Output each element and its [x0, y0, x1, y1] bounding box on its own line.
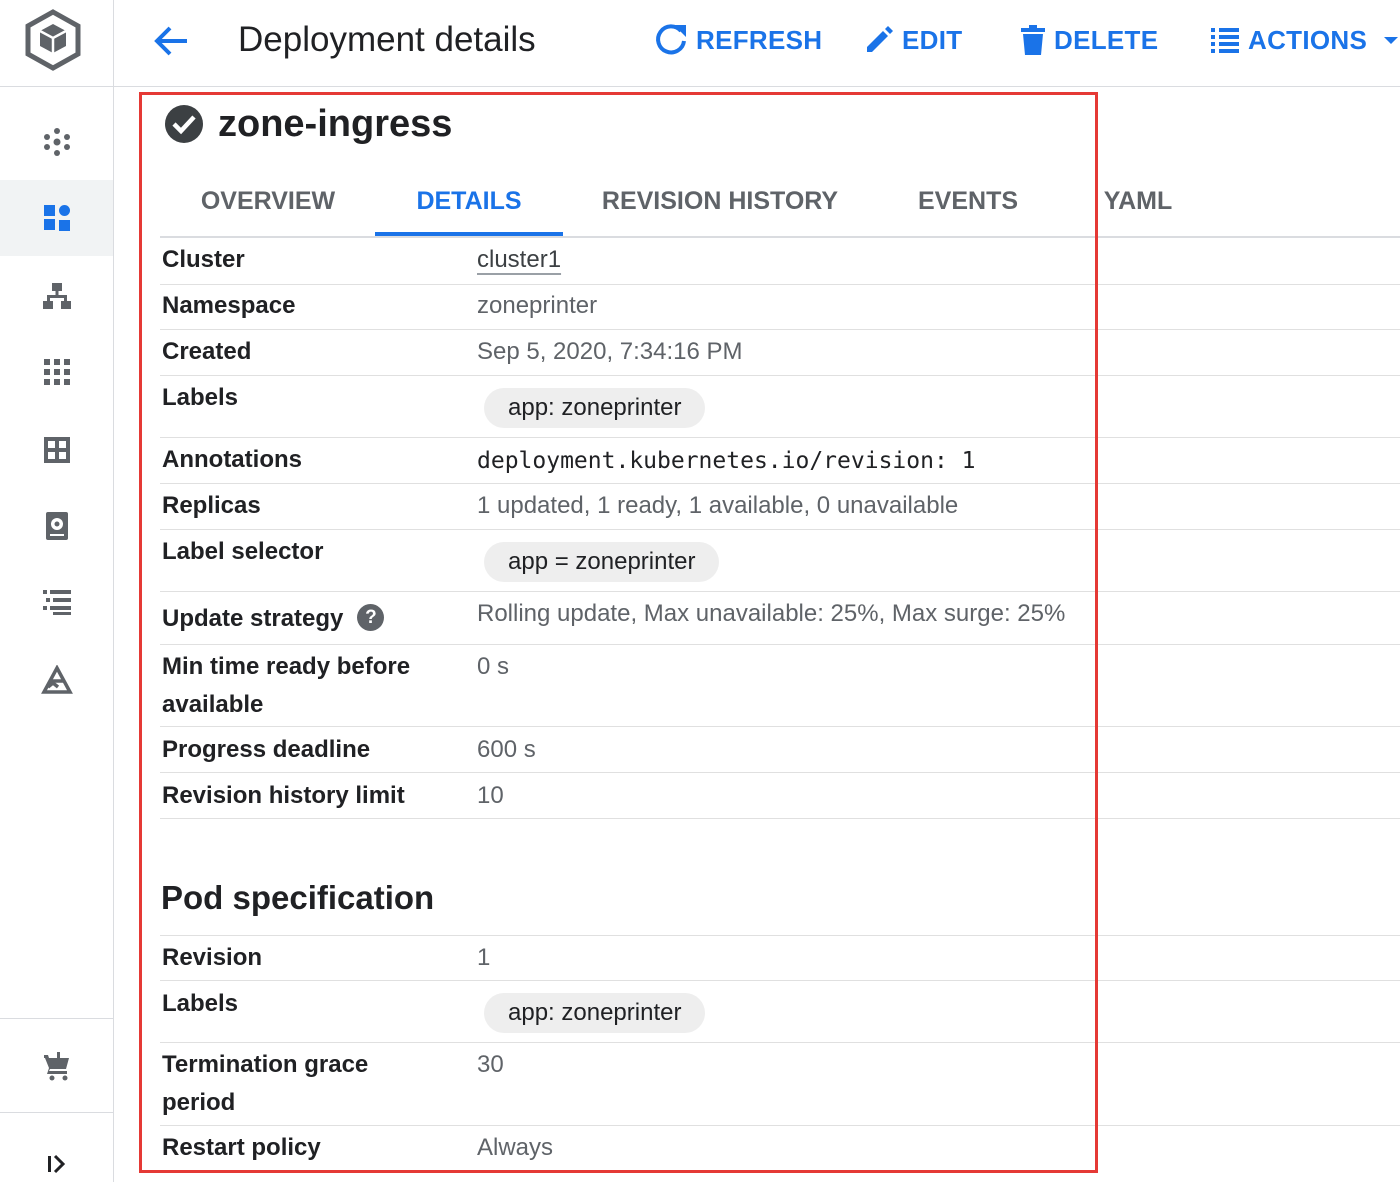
actions-menu-button[interactable]: ACTIONS	[1210, 20, 1400, 60]
detail-label: Revision	[162, 944, 263, 971]
detail-row-label-selector: Label selector app = zoneprinter	[160, 530, 1400, 592]
detail-value: Always	[477, 1134, 554, 1161]
detail-label: Labels	[162, 990, 239, 1017]
detail-label: period	[162, 1089, 236, 1116]
detail-label: Label selector	[162, 538, 324, 565]
detail-row-replicas: Replicas 1 updated, 1 ready, 1 available…	[160, 484, 1400, 530]
workloads-icon[interactable]	[0, 180, 113, 256]
services-icon[interactable]	[0, 258, 113, 334]
detail-value: zoneprinter	[477, 292, 598, 319]
trash-icon	[1021, 25, 1045, 55]
storage-icon[interactable]	[0, 488, 113, 564]
edit-label: EDIT	[902, 24, 963, 55]
tab-details[interactable]: DETAILS	[375, 168, 563, 236]
edit-button[interactable]: EDIT	[864, 20, 962, 60]
resource-title: zone-ingress	[164, 100, 452, 148]
detail-label: Progress deadline	[162, 736, 371, 763]
detail-value: 10	[477, 782, 504, 809]
pod-row-termination-grace: Termination grace period 30	[160, 1043, 1400, 1126]
detail-label: Cluster	[162, 246, 245, 273]
detail-label: Restart policy	[162, 1134, 321, 1161]
detail-value: Sep 5, 2020, 7:34:16 PM	[477, 338, 743, 365]
detail-value: 0 s	[477, 653, 510, 680]
pod-row-restart-policy: Restart policy Always	[160, 1126, 1400, 1170]
pod-row-revision: Revision 1	[160, 935, 1400, 981]
detail-row-cluster: Cluster cluster1	[160, 238, 1400, 285]
detail-value: 1	[477, 944, 491, 971]
section-title-pod-spec: Pod specification	[161, 879, 435, 916]
left-nav-rail	[0, 0, 114, 1182]
refresh-button[interactable]: REFRESH	[654, 20, 822, 60]
detail-label: Update strategy?	[162, 600, 385, 638]
detail-row-revision-history-limit: Revision history limit 10	[160, 773, 1400, 819]
list-icon	[1211, 28, 1239, 53]
detail-row-created: Created Sep 5, 2020, 7:34:16 PM	[160, 330, 1400, 376]
caret-down-icon	[1384, 37, 1399, 44]
configuration-icon[interactable]	[0, 412, 113, 488]
detail-row-labels: Labels app: zoneprinter	[160, 376, 1400, 438]
page-title: Deployment details	[238, 20, 536, 59]
migrate-icon[interactable]	[0, 642, 113, 718]
pencil-icon	[867, 26, 893, 52]
tab-overview[interactable]: OVERVIEW	[170, 168, 366, 234]
detail-value: Rolling update, Max unavailable: 25%, Ma…	[477, 600, 1066, 627]
detail-row-min-ready: Min time ready before available 0 s	[160, 645, 1400, 727]
detail-label: Labels	[162, 384, 239, 411]
detail-row-update-strategy: Update strategy? Rolling update, Max una…	[160, 592, 1400, 645]
detail-value: 600 s	[477, 736, 536, 763]
detail-label: Created	[162, 338, 252, 365]
expand-rail-icon[interactable]	[0, 1126, 113, 1202]
cluster-link[interactable]: cluster1	[477, 243, 561, 277]
detail-label: Min time ready before	[162, 653, 411, 680]
detail-value: 1 updated, 1 ready, 1 available, 0 unava…	[477, 492, 959, 519]
refresh-icon	[656, 24, 686, 55]
pod-row-labels: Labels app: zoneprinter	[160, 981, 1400, 1043]
delete-button[interactable]: DELETE	[1020, 20, 1158, 60]
selector-chip: app = zoneprinter	[484, 542, 720, 582]
refresh-label: REFRESH	[696, 24, 823, 55]
marketplace-icon[interactable]	[0, 1028, 113, 1104]
kubernetes-engine-logo[interactable]	[22, 8, 84, 72]
label-chip: app: zoneprinter	[484, 993, 706, 1033]
actions-label: ACTIONS	[1248, 24, 1368, 55]
detail-label: Termination grace	[162, 1051, 369, 1078]
resource-name: zone-ingress	[218, 102, 453, 145]
detail-row-namespace: Namespace zoneprinter	[160, 285, 1400, 330]
detail-label: Annotations	[162, 446, 302, 473]
tab-revision-history[interactable]: REVISION HISTORY	[590, 168, 850, 234]
detail-row-progress-deadline: Progress deadline 600 s	[160, 727, 1400, 773]
update-strategy-label: Update strategy	[162, 605, 344, 632]
clusters-icon[interactable]	[0, 104, 113, 180]
detail-label: Namespace	[162, 292, 296, 319]
detail-tabs: OVERVIEW DETAILS REVISION HISTORY EVENTS…	[160, 168, 1400, 238]
detail-row-annotations: Annotations deployment.kubernetes.io/rev…	[160, 438, 1400, 484]
delete-label: DELETE	[1054, 24, 1159, 55]
detail-value: deployment.kubernetes.io/revision: 1	[477, 448, 976, 474]
page-header: Deployment details REFRESH EDIT DELETE A…	[114, 0, 1400, 87]
applications-icon[interactable]	[0, 334, 113, 410]
detail-label: available	[162, 691, 264, 718]
detail-label: Revision history limit	[162, 782, 405, 809]
detail-value: 30	[477, 1051, 504, 1078]
help-icon[interactable]: ?	[357, 604, 385, 632]
object-browser-icon[interactable]	[0, 564, 113, 640]
tab-yaml[interactable]: YAML	[1090, 168, 1186, 234]
label-chip: app: zoneprinter	[484, 388, 706, 428]
back-arrow-icon[interactable]	[148, 18, 194, 64]
tab-events[interactable]: EVENTS	[900, 168, 1036, 234]
detail-label: Replicas	[162, 492, 261, 519]
check-circle-icon	[165, 105, 203, 143]
